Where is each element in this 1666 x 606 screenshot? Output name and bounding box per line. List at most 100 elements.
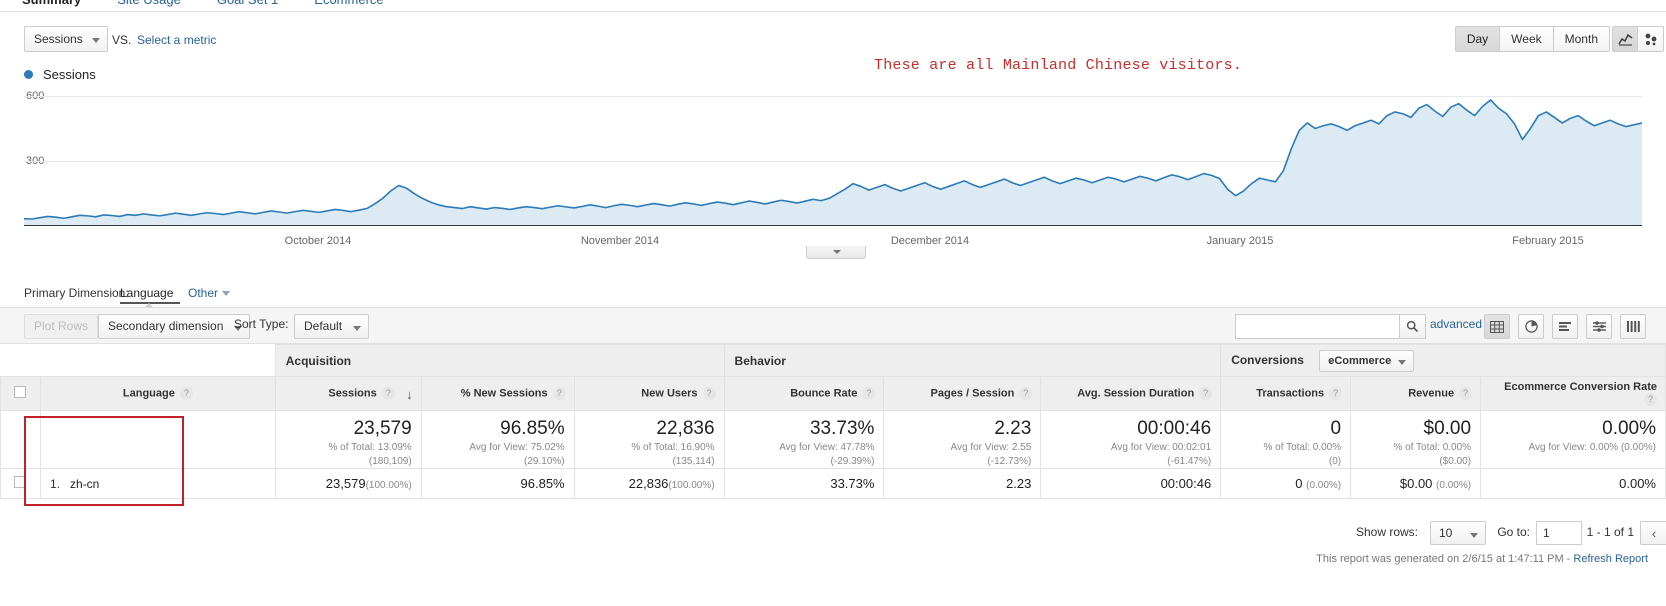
row-cell-sessions: 23,579(100.00%)	[274, 468, 422, 499]
sessions-timeseries-chart: 600 300	[0, 88, 1666, 238]
column-header-new-sessions-pct[interactable]: % New Sessions?	[420, 376, 575, 411]
result-range-label: 1 - 1 of 1	[1586, 525, 1634, 539]
column-header-sessions-label: Sessions	[328, 387, 377, 400]
primary-dimension-row: Primary Dimension: Language Other	[0, 283, 1666, 309]
column-header-transactions[interactable]: Transactions?	[1220, 376, 1352, 411]
row-cell-transactions: 0 (0.00%)	[1220, 468, 1352, 499]
summary-sub1: Avg for View: 00:02:01	[1110, 442, 1212, 453]
tab-ecommerce[interactable]: Ecommerce	[314, 0, 383, 7]
cell-value: 23,579	[325, 476, 366, 491]
summary-value: 22,836	[656, 418, 715, 439]
help-icon[interactable]: ?	[1459, 387, 1473, 400]
sort-type-value: Default	[304, 319, 343, 333]
refresh-report-link[interactable]: Refresh Report	[1573, 553, 1648, 565]
view-type-group	[1484, 314, 1646, 339]
column-header-ecommerce-conversion-rate[interactable]: Ecommerce Conversion Rate?	[1480, 376, 1666, 411]
column-header-bounce-rate[interactable]: Bounce Rate?	[723, 376, 885, 411]
column-header-avg-session-duration[interactable]: Avg. Session Duration?	[1040, 376, 1222, 411]
help-icon[interactable]: ?	[1329, 387, 1343, 400]
cell-value: 0	[1295, 476, 1303, 491]
select-all-checkbox[interactable]	[14, 386, 27, 398]
tab-goal-set-1[interactable]: Goal Set 1	[217, 0, 278, 7]
column-header-avg-session-duration-label: Avg. Session Duration	[1077, 387, 1195, 400]
table-view-icon[interactable]	[1484, 314, 1510, 339]
advanced-link[interactable]: advanced	[1430, 317, 1482, 331]
help-icon[interactable]: ?	[862, 387, 876, 400]
help-icon[interactable]: ?	[1644, 393, 1657, 406]
secondary-dimension-label: Secondary dimension	[108, 319, 224, 333]
line-chart-icon[interactable]	[1612, 26, 1638, 52]
help-icon[interactable]: ?	[179, 387, 193, 400]
conversions-goal-select[interactable]: eCommerce	[1319, 349, 1415, 372]
x-tick-january-2015: January 2015	[1206, 235, 1274, 247]
summary-cell-revenue: $0.00 % of Total: 0.00% ($0.00)	[1350, 410, 1482, 469]
goto-page-input[interactable]: 1	[1536, 521, 1582, 545]
pivot-view-icon[interactable]	[1620, 314, 1646, 339]
tab-summary[interactable]: Summary	[22, 0, 81, 7]
granularity-day[interactable]: Day	[1454, 26, 1500, 52]
help-icon[interactable]: ?	[381, 387, 395, 400]
help-icon[interactable]: ?	[1199, 387, 1213, 400]
sort-type-select[interactable]: Default	[294, 314, 370, 339]
group-blank-checkbox	[0, 344, 41, 377]
chart-collapse-handle[interactable]	[806, 246, 866, 259]
row-checkbox[interactable]	[14, 476, 27, 488]
summary-sub2: (-12.73%)	[987, 456, 1032, 467]
primary-dimension-language[interactable]: Language	[120, 286, 173, 300]
show-rows-select[interactable]: 10	[1430, 521, 1486, 545]
pie-chart-view-icon[interactable]	[1518, 314, 1544, 339]
summary-blank-checkbox	[0, 410, 41, 469]
performance-view-icon[interactable]	[1552, 314, 1578, 339]
search-button[interactable]	[1400, 314, 1426, 339]
cell-value: 96.85%	[520, 476, 565, 491]
summary-cell-avg-session-duration: 00:00:46 Avg for View: 00:02:01 (-61.47%…	[1040, 410, 1222, 469]
tab-site-usage[interactable]: Site Usage	[117, 0, 181, 7]
chevron-down-icon	[1398, 359, 1407, 365]
summary-sub1: % of Total: 16.90%	[631, 442, 715, 453]
primary-dimension-other[interactable]: Other	[188, 286, 231, 300]
table-controls-bar: Plot Rows Secondary dimension Sort Type:…	[0, 307, 1666, 344]
metric-select-sessions[interactable]: Sessions	[24, 26, 108, 52]
select-a-metric-link[interactable]: Select a metric	[137, 33, 216, 47]
sort-type-label: Sort Type:	[234, 317, 289, 331]
column-header-pages-per-session[interactable]: Pages / Session?	[883, 376, 1042, 411]
secondary-dimension-button[interactable]: Secondary dimension	[98, 314, 251, 339]
cell-pct: (0.00%)	[1306, 480, 1342, 491]
comparison-view-icon[interactable]	[1586, 314, 1612, 339]
summary-row: 23,579 % of Total: 13.09% (180,109) 96.8…	[0, 410, 1666, 469]
summary-value: 23,579	[353, 418, 412, 439]
report-data-table: Acquisition Behavior Conversions eCommer…	[0, 344, 1666, 499]
help-icon[interactable]: ?	[552, 387, 566, 400]
column-header-pages-per-session-label: Pages / Session	[930, 387, 1015, 400]
cell-value: 0.00%	[1619, 476, 1656, 491]
column-header-language[interactable]: Language?	[39, 376, 276, 411]
row-index: 1.	[49, 476, 60, 491]
plot-rows-button[interactable]: Plot Rows	[24, 314, 99, 339]
table-row[interactable]: 1. zh-cn 23,579(100.00%) 96.85% 22,836(1…	[0, 468, 1666, 499]
summary-value: 96.85%	[500, 418, 565, 439]
chevron-left-icon[interactable]: ‹	[1640, 521, 1666, 545]
summary-sub1: Avg for View: 0.00% (0.00%)	[1528, 442, 1656, 453]
column-header-new-users[interactable]: New Users?	[573, 376, 725, 411]
help-icon[interactable]: ?	[702, 387, 716, 400]
granularity-month[interactable]: Month	[1552, 26, 1610, 52]
table-footer: Show rows: 10 Go to: 1 1 - 1 of 1 ‹ › Th…	[0, 517, 1666, 567]
summary-value: 0.00%	[1602, 418, 1656, 439]
help-icon[interactable]: ?	[1019, 387, 1033, 400]
summary-cell-new-users: 22,836 % of Total: 16.90% (135,114)	[573, 410, 725, 469]
x-tick-november-2014: November 2014	[580, 235, 660, 247]
column-header-sessions[interactable]: Sessions? ↓	[274, 376, 422, 411]
search-input[interactable]	[1235, 314, 1400, 339]
column-header-new-sessions-pct-label: % New Sessions	[460, 387, 548, 400]
summary-sub1: % of Total: 13.09%	[328, 442, 412, 453]
motion-chart-icon[interactable]	[1638, 26, 1664, 52]
chart-legend: Sessions	[24, 66, 96, 82]
summary-sub2: ($0.00)	[1439, 456, 1472, 467]
row-cell-new-users: 22,836(100.00%)	[573, 468, 725, 499]
row-language-value[interactable]: zh-cn	[70, 477, 99, 491]
row-cell-revenue: $0.00 (0.00%)	[1350, 468, 1482, 499]
column-header-transactions-label: Transactions	[1256, 387, 1325, 400]
granularity-week[interactable]: Week	[1499, 26, 1553, 52]
column-header-revenue[interactable]: Revenue?	[1350, 376, 1482, 411]
row-cell-new-sessions-pct: 96.85%	[420, 468, 575, 499]
